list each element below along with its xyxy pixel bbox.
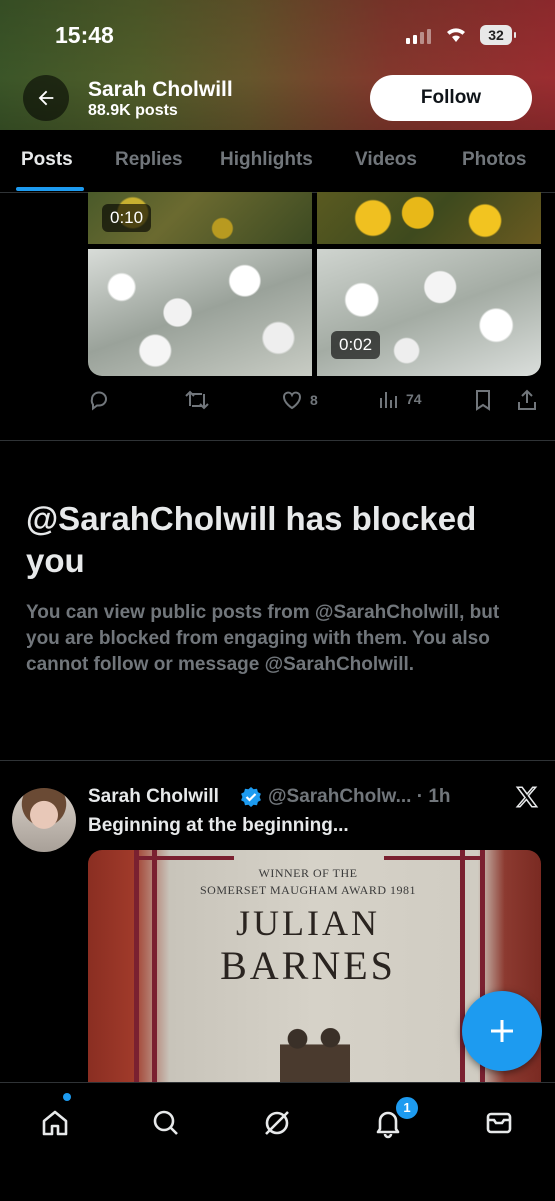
bookmark-button[interactable]	[472, 388, 494, 412]
divider	[0, 440, 555, 441]
bottom-nav: 1	[0, 1082, 555, 1201]
status-bar: 15:48 32	[0, 0, 555, 70]
nav-grok[interactable]	[257, 1103, 297, 1143]
post-count: 88.9K posts	[88, 102, 178, 119]
media-photo-white-blossom[interactable]	[88, 249, 312, 376]
arrow-left-icon	[38, 90, 54, 106]
book-award-line: SOMERSET MAUGHAM AWARD 1981	[199, 883, 416, 897]
media-video-white-blossom[interactable]: 0:02	[317, 249, 541, 376]
media-video-yellow-flowers[interactable]: 0:10	[88, 192, 312, 244]
grok-icon	[265, 1111, 289, 1135]
view-count: 74	[406, 391, 422, 407]
notification-badge: 1	[394, 1095, 420, 1121]
compose-button[interactable]	[462, 991, 542, 1071]
divider	[0, 760, 555, 761]
plus-icon	[491, 1020, 513, 1042]
wifi-icon	[444, 24, 468, 49]
follow-button[interactable]: Follow	[370, 75, 532, 121]
tab-posts[interactable]: Posts	[21, 149, 73, 171]
cellular-signal-icon	[406, 28, 431, 44]
like-button[interactable]: 8	[280, 388, 318, 412]
profile-name: Sarah Cholwill	[88, 78, 233, 101]
blocked-title: @SarahCholwill has blocked you	[26, 500, 477, 579]
status-time: 15:48	[55, 22, 114, 48]
book-author-first: JULIAN	[236, 903, 380, 943]
tweet-text: Beginning at the beginning...	[88, 815, 349, 836]
share-icon	[518, 389, 536, 410]
book-author-last: BARNES	[220, 943, 396, 988]
verified-badge-icon	[240, 786, 262, 813]
x-logo-icon	[514, 784, 540, 815]
share-button[interactable]	[516, 388, 538, 412]
video-duration: 0:02	[331, 331, 381, 359]
video-duration: 0:10	[102, 204, 152, 232]
home-unread-dot	[63, 1093, 71, 1101]
like-count: 8	[310, 392, 318, 408]
nav-home[interactable]	[35, 1103, 75, 1143]
nav-messages[interactable]	[479, 1103, 519, 1143]
analytics-icon	[380, 392, 397, 408]
blocked-message: You can view public posts from @SarahCho…	[26, 602, 500, 675]
tweet-handle-time: @SarahCholw... · 1h	[268, 786, 451, 807]
home-icon	[42, 1110, 68, 1136]
repost-button[interactable]	[184, 388, 210, 412]
reply-button[interactable]	[88, 388, 112, 412]
avatar[interactable]	[12, 788, 76, 852]
book-cover-photo	[280, 1028, 350, 1082]
heart-icon	[283, 391, 301, 410]
nav-search[interactable]	[146, 1103, 186, 1143]
post-media-grid: 0:10 0:02	[88, 192, 541, 376]
book-award-line: WINNER OF THE	[258, 866, 358, 880]
mail-icon	[486, 1112, 512, 1134]
post-actions: 8 74	[88, 388, 543, 416]
bookmark-icon	[476, 390, 490, 411]
tweet-author-name[interactable]: Sarah Cholwill	[88, 786, 219, 808]
tab-videos[interactable]: Videos	[355, 149, 417, 171]
profile-tabs: Posts Replies Highlights Videos Photos	[0, 130, 555, 193]
battery-icon: 32	[480, 25, 516, 45]
views-button[interactable]: 74	[378, 388, 422, 410]
search-icon	[153, 1110, 178, 1135]
tab-replies[interactable]: Replies	[115, 149, 183, 171]
reply-icon	[90, 391, 107, 411]
book-cover: WINNER OF THE SOMERSET MAUGHAM AWARD 198…	[108, 850, 508, 1082]
active-tab-indicator	[16, 187, 84, 191]
back-button[interactable]	[23, 75, 69, 121]
tab-photos[interactable]: Photos	[462, 149, 526, 171]
repost-icon	[185, 390, 209, 410]
media-photo-yellow-flowers[interactable]	[317, 192, 541, 244]
tab-highlights[interactable]: Highlights	[220, 149, 313, 171]
